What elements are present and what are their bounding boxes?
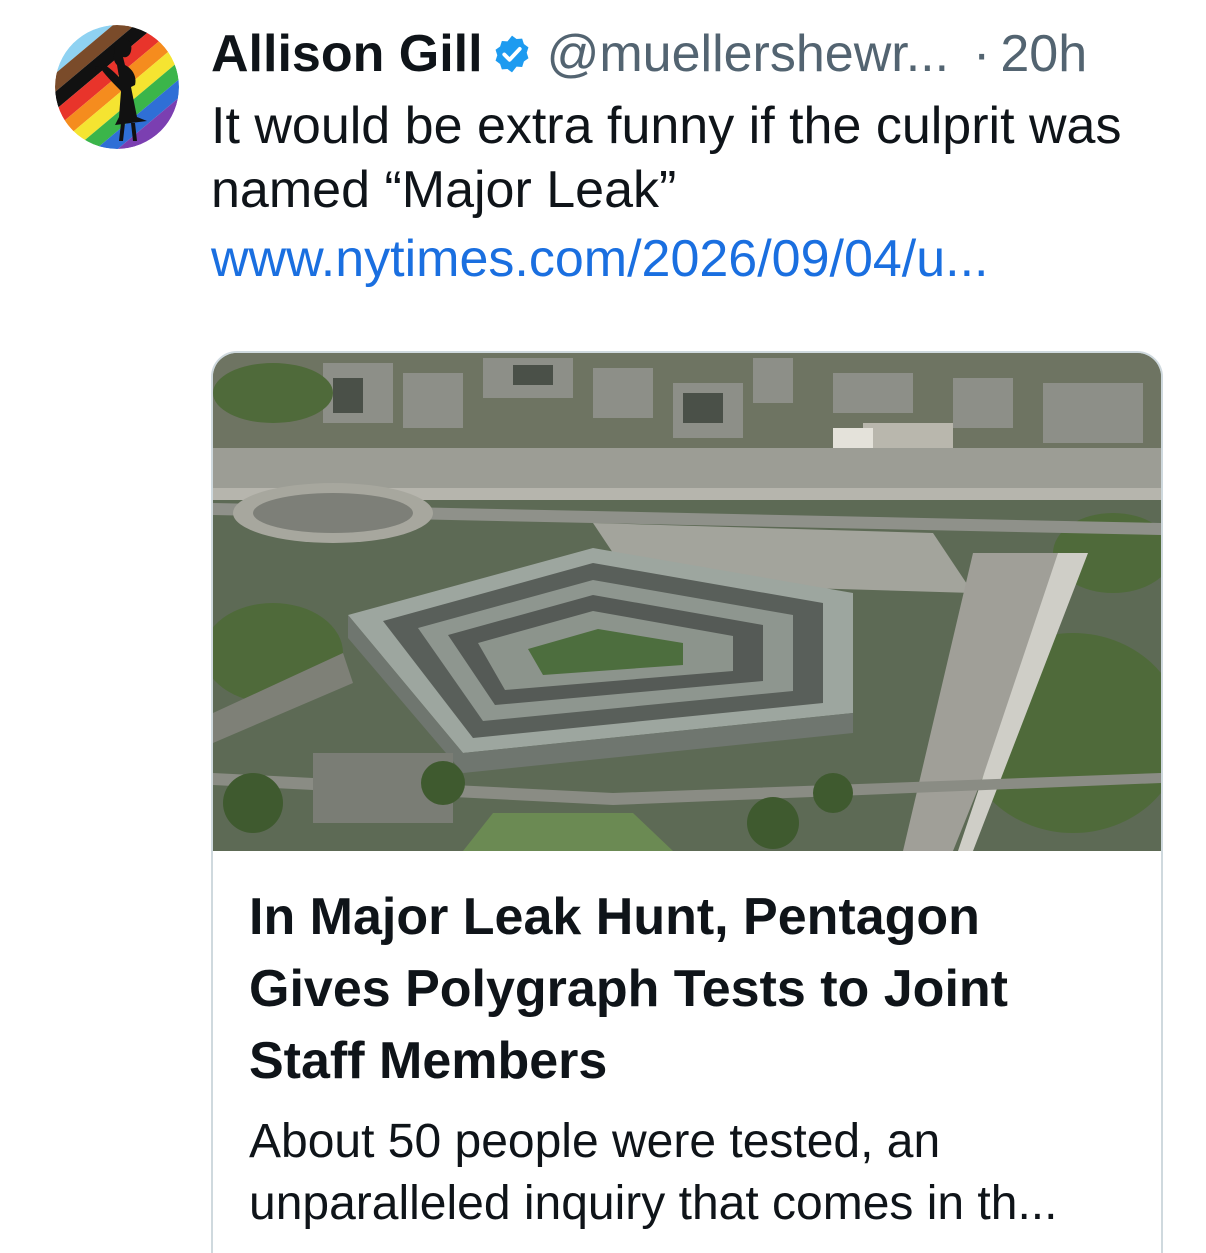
post-link[interactable]: www.nytimes.com/2026/09/04/u...: [211, 227, 1171, 291]
post-content: Allison Gill @muellershewr... · 20h It w…: [211, 22, 1171, 291]
separator-dot: ·: [973, 25, 991, 83]
avatar-image: [55, 25, 179, 149]
post-time[interactable]: 20h: [1000, 22, 1087, 86]
card-body: In Major Leak Hunt, Pentagon Gives Polyg…: [213, 851, 1161, 1235]
link-preview-card[interactable]: In Major Leak Hunt, Pentagon Gives Polyg…: [211, 351, 1163, 1253]
avatar[interactable]: [55, 25, 179, 149]
display-name[interactable]: Allison Gill: [211, 22, 483, 86]
post[interactable]: Allison Gill @muellershewr... · 20h It w…: [0, 0, 1206, 1253]
post-header: Allison Gill @muellershewr... · 20h: [211, 22, 1171, 86]
author-handle[interactable]: @muellershewr...: [547, 22, 949, 86]
card-image-pentagon: [213, 353, 1161, 851]
card-description: About 50 people were tested, an unparall…: [249, 1115, 1058, 1230]
post-text: It would be extra funny if the culprit w…: [211, 97, 1122, 219]
verified-badge-icon: [491, 33, 533, 75]
card-title[interactable]: In Major Leak Hunt, Pentagon Gives Polyg…: [249, 881, 1125, 1097]
